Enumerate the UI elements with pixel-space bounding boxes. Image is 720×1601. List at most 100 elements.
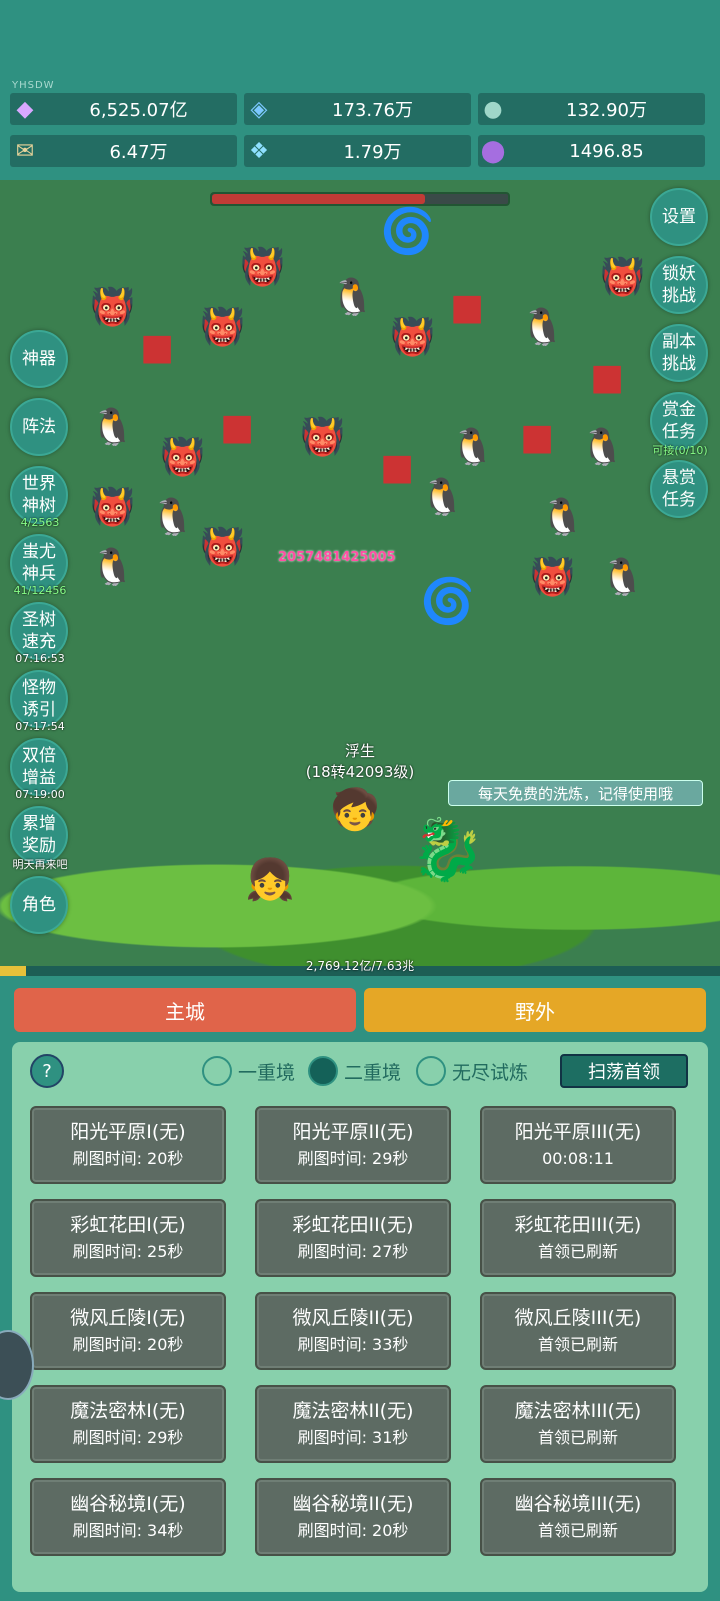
area-tabs: 主城 野外 — [0, 980, 720, 1032]
dragon-pet: 🐉 — [410, 815, 485, 885]
radio-circle-selected — [308, 1056, 338, 1086]
stage-name: 幽谷秘境I(无) — [70, 1493, 186, 1515]
demon-monster: 👹 — [90, 287, 135, 328]
stage-name: 魔法密林III(无) — [514, 1400, 642, 1422]
stage-name: 阳光平原I(无) — [70, 1121, 186, 1143]
bird-monster: 🐧 — [580, 427, 625, 468]
stage-card[interactable]: 微风丘陵III(无) 首领已刷新 — [480, 1292, 676, 1370]
red-cube-monster: ■ — [450, 287, 485, 328]
resource-value: 6,525.07亿 — [89, 100, 188, 121]
demon-monster: 👹 — [200, 307, 245, 348]
stage-info: 首领已刷新 — [537, 1242, 618, 1261]
stage-card[interactable]: 魔法密林II(无) 刷图时间: 31秒 — [255, 1385, 451, 1463]
boss-hp-bar — [210, 192, 510, 206]
stage-name: 彩虹花田III(无) — [514, 1214, 642, 1236]
bird-monster: 🐧 — [520, 307, 565, 348]
chiyou-weapon-count: 41/12456 — [13, 584, 67, 597]
character-button[interactable]: 角色 — [10, 876, 68, 934]
formation-button[interactable]: 阵法 — [10, 398, 68, 456]
tree-recharge-timer: 07:16:53 — [15, 652, 65, 665]
bird-monster: 🐧 — [90, 547, 135, 588]
purple-pot-icon: ⬤ — [480, 138, 506, 164]
mode-label: 一重境 — [238, 1061, 296, 1084]
stage-name: 魔法密林I(无) — [70, 1400, 186, 1422]
stage-name: 微风丘陵I(无) — [70, 1307, 186, 1329]
grass-terrain — [0, 810, 720, 970]
stage-card[interactable]: 阳光平原II(无) 刷图时间: 29秒 — [255, 1106, 451, 1184]
stage-info: 刷图时间: 20秒 — [72, 1335, 184, 1354]
resource-ice-crystal: ❖ 1.79万 — [244, 135, 471, 167]
stage-card[interactable]: 微风丘陵II(无) 刷图时间: 33秒 — [255, 1292, 451, 1370]
stage-card[interactable]: 彩虹花田I(无) 刷图时间: 25秒 — [30, 1199, 226, 1277]
demon-monster: 👹 — [300, 417, 345, 458]
stage-card[interactable]: 彩虹花田II(无) 刷图时间: 27秒 — [255, 1199, 451, 1277]
pink-bunny-companion: 👧 — [245, 857, 295, 903]
demon-monster: 👹 — [530, 557, 575, 598]
settings-button[interactable]: 设置 — [650, 188, 708, 246]
mode-second-realm[interactable]: 二重境 — [308, 1056, 401, 1086]
resource-value: 6.47万 — [109, 142, 168, 163]
cumulative-reward-status: 明天再来吧 — [12, 858, 68, 871]
bird-monster: 🐧 — [330, 277, 375, 318]
stage-info: 刷图时间: 27秒 — [297, 1242, 409, 1261]
mode-label: 二重境 — [344, 1061, 402, 1084]
red-cube-monster: ■ — [590, 357, 625, 398]
red-cube-monster: ■ — [520, 417, 555, 458]
stage-name: 阳光平原II(无) — [292, 1121, 414, 1143]
stage-card[interactable]: 微风丘陵I(无) 刷图时间: 20秒 — [30, 1292, 226, 1370]
radio-circle — [416, 1056, 446, 1086]
stage-info: 刷图时间: 20秒 — [297, 1521, 409, 1540]
stage-card[interactable]: 幽谷秘境I(无) 刷图时间: 34秒 — [30, 1478, 226, 1556]
boss-hp-fill — [212, 194, 426, 204]
demon-lock-challenge-button[interactable]: 锁妖 挑战 — [650, 256, 708, 314]
resource-value: 1.79万 — [343, 142, 402, 163]
stage-name: 微风丘陵III(无) — [514, 1307, 642, 1329]
tab-main-city[interactable]: 主城 — [14, 988, 356, 1032]
demon-monster: 👹 — [200, 527, 245, 568]
mode-endless-trial[interactable]: 无尽试炼 — [416, 1056, 528, 1086]
stage-info: 首领已刷新 — [537, 1335, 618, 1354]
resource-purple-pot: ⬤ 1496.85 — [478, 135, 705, 167]
bird-monster: 🐧 — [420, 477, 465, 518]
stage-info: 刷图时间: 34秒 — [72, 1521, 184, 1540]
stage-name: 魔法密林II(无) — [292, 1400, 414, 1422]
help-button[interactable]: ? — [30, 1054, 64, 1088]
tab-wild[interactable]: 野外 — [364, 988, 706, 1032]
demon-monster: 👹 — [600, 257, 645, 298]
resource-earth-orb: ● 132.90万 — [478, 93, 705, 125]
bounty-task-count: 可接(0/10) — [652, 444, 708, 457]
bird-monster: 🐧 — [540, 497, 585, 538]
scroll-icon: ✉ — [15, 138, 35, 164]
stage-info: 刷图时间: 29秒 — [297, 1149, 409, 1168]
resource-value: 173.76万 — [332, 100, 413, 121]
resource-blue-gem: ◈ 173.76万 — [244, 93, 471, 125]
stage-card[interactable]: 幽谷秘境III(无) 首领已刷新 — [480, 1478, 676, 1556]
stage-info: 首领已刷新 — [537, 1521, 618, 1540]
stage-name: 彩虹花田II(无) — [292, 1214, 414, 1236]
bird-monster: 🐧 — [150, 497, 195, 538]
hint-bubble[interactable]: 每天免费的洗炼，记得使用哦 — [448, 780, 703, 806]
stage-card[interactable]: 魔法密林I(无) 刷图时间: 29秒 — [30, 1385, 226, 1463]
stage-name: 阳光平原III(无) — [514, 1121, 642, 1143]
sweep-boss-button[interactable]: 扫荡首领 — [560, 1054, 688, 1088]
stage-card[interactable]: 魔法密林III(无) 首领已刷新 — [480, 1385, 676, 1463]
stage-name: 幽谷秘境II(无) — [292, 1493, 414, 1515]
dungeon-challenge-button[interactable]: 副本 挑战 — [650, 324, 708, 382]
battle-field: 👹 ■ 👹 👹 🐧 👹 ■ 🐧 ■ 👹 🐧 👹 ■ 👹 ■ 🐧 ■ 🐧 👹 🐧 … — [0, 180, 720, 970]
stage-card[interactable]: 阳光平原III(无) 00:08:11 — [480, 1106, 676, 1184]
resource-scroll: ✉ 6.47万 — [10, 135, 237, 167]
stage-card[interactable]: 彩虹花田III(无) 首领已刷新 — [480, 1199, 676, 1277]
monster-lure-timer: 07:17:54 — [15, 720, 65, 733]
stage-name: 微风丘陵II(无) — [292, 1307, 414, 1329]
stage-card[interactable]: 阳光平原I(无) 刷图时间: 20秒 — [30, 1106, 226, 1184]
exp-text: 2,769.12亿/7.63兆 — [305, 959, 415, 973]
stage-card[interactable]: 幽谷秘境II(无) 刷图时间: 20秒 — [255, 1478, 451, 1556]
mode-first-realm[interactable]: 一重境 — [202, 1056, 295, 1086]
reward-task-button[interactable]: 悬赏 任务 — [650, 460, 708, 518]
artifact-button[interactable]: 神器 — [10, 330, 68, 388]
stage-info: 首领已刷新 — [537, 1428, 618, 1447]
damage-number: 2057481425005 — [278, 550, 396, 565]
demon-monster: 👹 — [90, 487, 135, 528]
resource-header: YHSDW ◆ 6,525.07亿 ◈ 173.76万 ● 132.90万 ✉ … — [0, 0, 720, 178]
stage-name: 幽谷秘境III(无) — [514, 1493, 642, 1515]
